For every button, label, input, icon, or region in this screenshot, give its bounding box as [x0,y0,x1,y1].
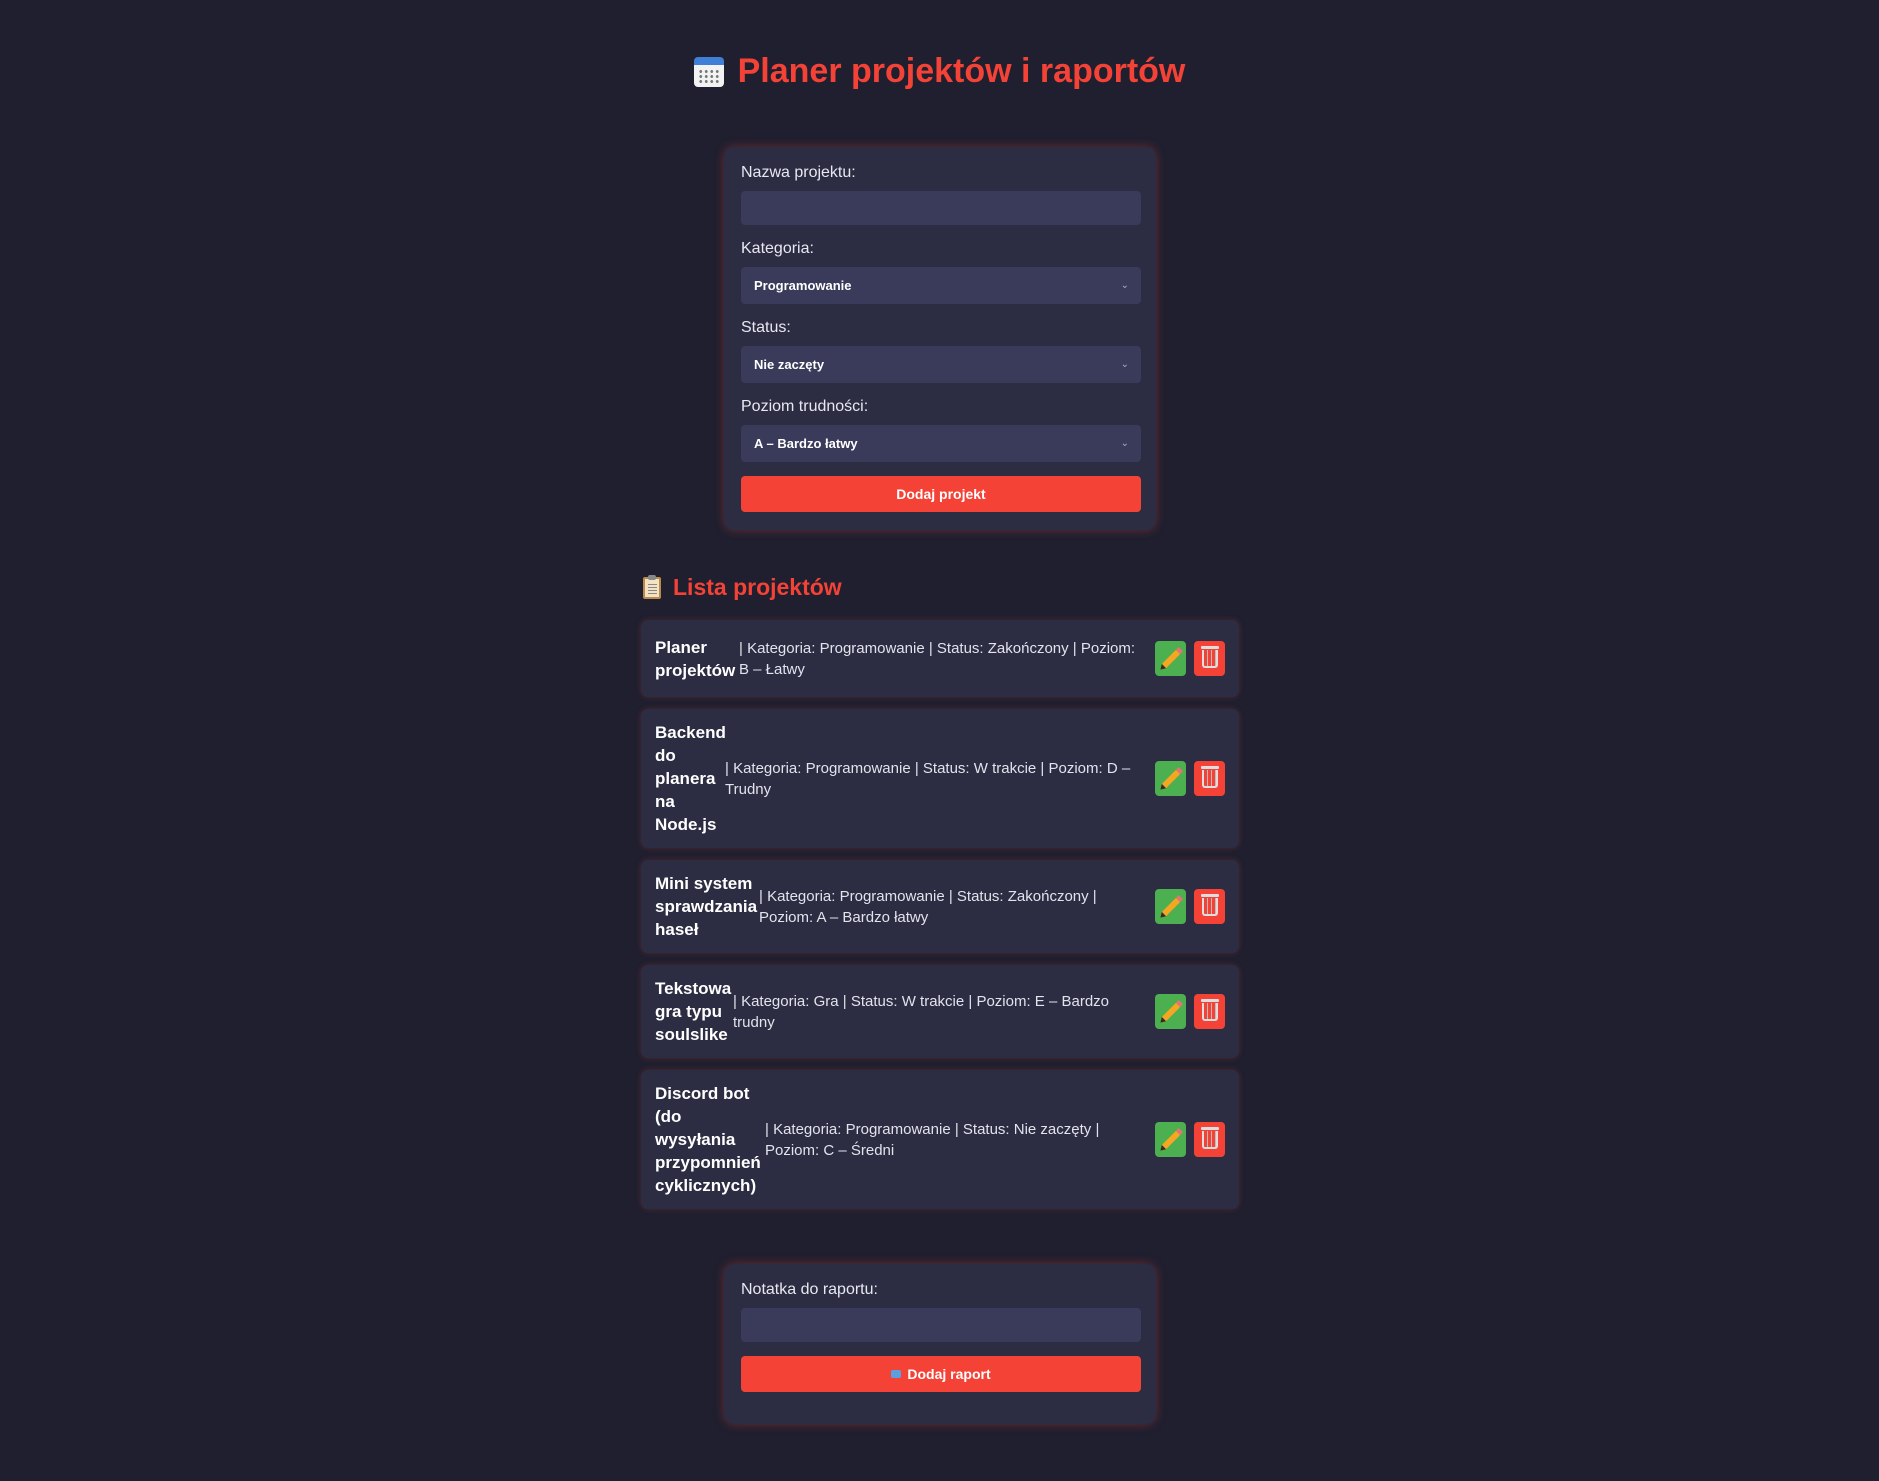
status-select[interactable]: Nie zaczęty ⌄ [741,346,1141,383]
delete-button[interactable] [1194,1122,1225,1157]
add-report-button[interactable]: Dodaj raport [741,1356,1141,1392]
trash-icon [1200,645,1219,668]
category-selected-value: Programowanie [754,278,852,293]
project-info: | Kategoria: Gra | Status: W trakcie | P… [733,992,1110,1031]
add-report-label: Dodaj raport [907,1366,991,1382]
status-selected-value: Nie zaczęty [754,357,825,372]
project-list-header: Lista projektów [643,574,842,601]
report-note-input[interactable] [741,1308,1141,1342]
trash-icon [1200,998,1219,1021]
delete-button[interactable] [1194,994,1225,1029]
mail-icon [891,1370,902,1378]
pencil-icon [1161,769,1180,788]
list-item: Tekstowa gra typu soulslike | Kategoria:… [641,965,1239,1058]
list-item: Discord bot (do wysyłania przypomnień cy… [641,1070,1239,1209]
project-actions [1155,641,1225,676]
pencil-icon [1161,1130,1180,1149]
edit-button[interactable] [1155,1122,1186,1157]
project-form: Nazwa projektu: Kategoria: Programowanie… [724,147,1156,530]
project-name: Tekstowa gra typu soulslike [655,979,732,1044]
category-label: Kategoria: [741,240,814,257]
project-info: | Kategoria: Programowanie | Status: Nie… [765,1120,1100,1159]
category-select[interactable]: Programowanie ⌄ [741,267,1141,304]
calendar-icon [693,56,724,87]
chevron-down-icon: ⌄ [1120,280,1129,291]
report-form: Notatka do raportu: Dodaj raport [724,1264,1156,1424]
difficulty-selected-value: A – Bardzo łatwy [754,436,858,451]
project-info: | Kategoria: Programowanie | Status: Zak… [759,887,1097,926]
project-list-title: Lista projektów [673,574,842,600]
project-actions [1155,994,1225,1029]
report-note-label: Notatka do raportu: [741,1281,878,1298]
project-info: | Kategoria: Programowanie | Status: W t… [725,759,1131,798]
clipboard-icon [643,574,661,599]
edit-button[interactable] [1155,641,1186,676]
project-name-input[interactable] [741,191,1141,225]
chevron-down-icon: ⌄ [1120,359,1129,370]
difficulty-select[interactable]: A – Bardzo łatwy ⌄ [741,425,1141,462]
pencil-icon [1161,1002,1180,1021]
project-name: Backend do planera na Node.js [655,723,726,834]
project-actions [1155,889,1225,924]
list-item: Mini system sprawdzania haseł | Kategori… [641,860,1239,953]
project-name: Planer projektów [655,637,736,680]
add-project-label: Dodaj projekt [896,486,986,502]
project-info: | Kategoria: Programowanie | Status: Zak… [739,639,1136,678]
pencil-icon [1161,897,1180,916]
project-actions [1155,761,1225,796]
list-item: Backend do planera na Node.js | Kategori… [641,709,1239,848]
delete-button[interactable] [1194,641,1225,676]
chevron-down-icon: ⌄ [1120,438,1129,449]
project-name-label: Nazwa projektu: [741,164,856,181]
trash-icon [1200,1126,1219,1149]
delete-button[interactable] [1194,761,1225,796]
page-header: Planer projektów i raportów [0,52,1879,91]
trash-icon [1200,765,1219,788]
edit-button[interactable] [1155,889,1186,924]
add-project-button[interactable]: Dodaj projekt [741,476,1141,512]
project-name: Discord bot (do wysyłania przypomnień cy… [655,1084,761,1195]
status-label: Status: [741,319,791,336]
edit-button[interactable] [1155,761,1186,796]
delete-button[interactable] [1194,889,1225,924]
page-title: Planer projektów i raportów [737,52,1186,90]
project-actions [1155,1122,1225,1157]
pencil-icon [1161,649,1180,668]
trash-icon [1200,893,1219,916]
edit-button[interactable] [1155,994,1186,1029]
difficulty-label: Poziom trudności: [741,398,869,415]
list-item: Planer projektów | Kategoria: Programowa… [641,620,1239,697]
project-name: Mini system sprawdzania haseł [655,874,758,939]
